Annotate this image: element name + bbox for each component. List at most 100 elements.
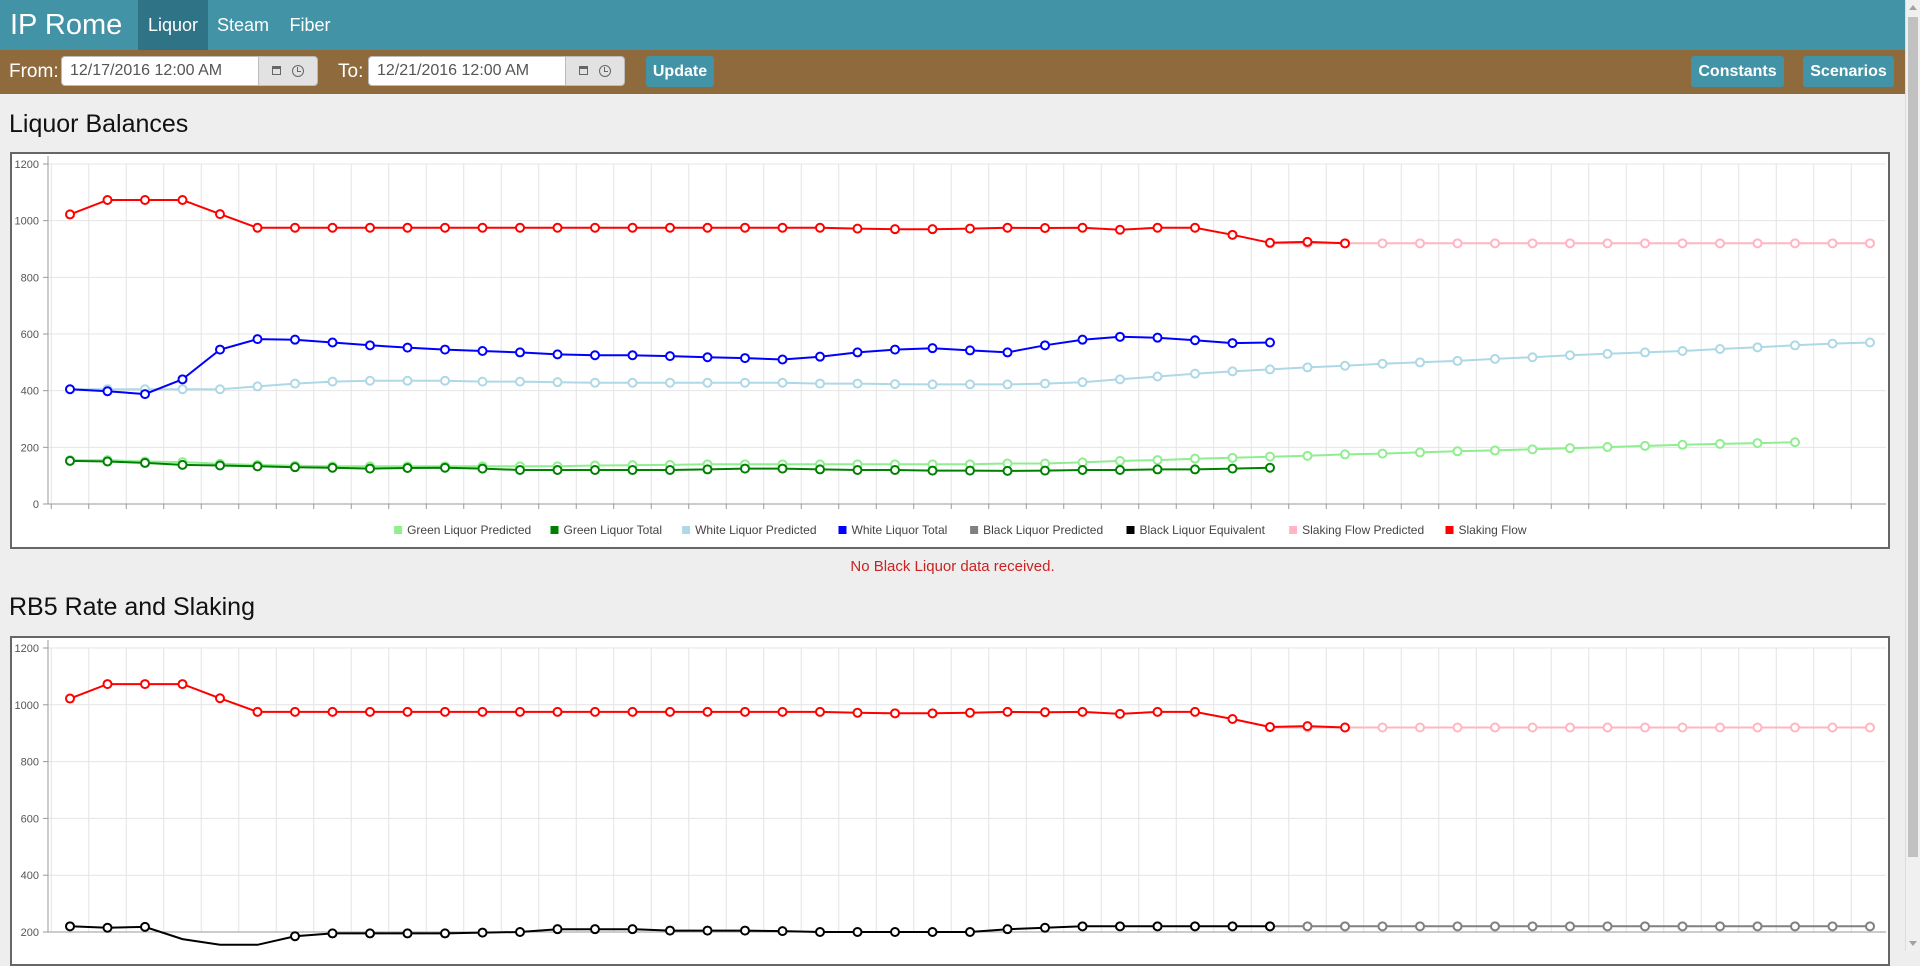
white-liquor-predicted-point [440,375,450,386]
white-liquor-total-point [365,340,375,351]
green-liquor-total-point [777,463,788,474]
y-tick-label: 400 [21,870,39,882]
slaking-flow-point [1077,222,1088,233]
slaking-flow-line [69,683,1346,729]
scenarios-button[interactable]: Scenarios [1803,56,1894,87]
green-liquor-predicted-point [1640,440,1650,451]
tab-fiber[interactable]: Fiber [278,0,342,50]
white-liquor-predicted-point [927,379,938,390]
green-liquor-total-point [1040,465,1050,476]
black-liquor-equivalent-point [552,924,563,935]
slaking-flow-predicted-point [1452,238,1463,249]
slaking-flow-point [1190,706,1200,717]
black-liquor-equivalent-point [665,925,675,936]
calendar-icon [579,66,588,75]
from-picker-button[interactable] [258,56,318,86]
black-liquor-predicted-point [1790,921,1800,932]
constants-button[interactable]: Constants [1691,56,1784,87]
white-liquor-total-point [552,349,563,360]
green-liquor-total-point [102,456,113,467]
black-liquor-equivalent-point [290,931,300,942]
green-liquor-predicted-point [1377,448,1388,459]
slaking-flow-point [290,706,300,717]
white-liquor-predicted-point [365,375,375,386]
slaking-flow-point [477,222,488,233]
black-liquor-predicted-point [1340,921,1350,932]
scroll-up-arrow-icon[interactable] [1909,5,1917,10]
to-date-input[interactable] [368,56,568,86]
tab-steam[interactable]: Steam [208,0,278,50]
black-liquor-equivalent-point [965,927,975,937]
white-liquor-total-point [440,344,450,355]
slaking-flow-point [440,222,450,233]
slaking-flow-point [65,693,75,704]
slaking-flow-point [852,707,863,718]
scroll-down-arrow-icon[interactable] [1909,941,1917,946]
page-scrollbar[interactable] [1905,0,1920,951]
legend-swatch [1126,526,1135,534]
chart-grid [43,647,1886,933]
update-button[interactable]: Update [646,56,714,87]
slaking-flow-point [1152,706,1163,717]
chart-grid [43,163,1886,509]
green-liquor-total-point [552,465,563,475]
green-liquor-total-point [1152,464,1163,475]
white-liquor-predicted-point [252,381,263,392]
green-liquor-total-point [252,461,263,472]
slaking-flow-point [102,679,113,690]
white-liquor-predicted-point [290,378,300,389]
green-liquor-total-point [140,457,150,468]
black-liquor-equivalent-point [702,925,713,936]
to-picker-button[interactable] [565,56,625,86]
white-liquor-predicted-point [590,377,600,388]
green-liquor-total-point [1077,465,1088,475]
slaking-flow-point [740,222,750,233]
white-liquor-predicted-point [1602,348,1613,359]
green-liquor-total-point [890,465,900,475]
slaking-flow-point [590,706,600,717]
legend-swatch [1289,526,1298,534]
black-liquor-predicted-point [1302,921,1313,932]
white-liquor-predicted-point [552,377,563,388]
slaking-flow-point [552,222,563,233]
tab-liquor[interactable]: Liquor [138,0,208,50]
slaking-flow-point [1040,707,1050,718]
white-liquor-predicted-point [477,376,488,387]
black-liquor-equivalent-point [1040,922,1050,933]
white-liquor-total-point [1265,337,1275,348]
from-label: From: [9,61,59,82]
green-liquor-total-point [1227,463,1238,474]
slaking-flow-point [1302,721,1313,732]
slaking-flow-predicted-point [1790,722,1800,733]
y-tick-label: 600 [21,813,39,825]
black-liquor-predicted-point [1415,921,1425,932]
slaking-flow-line [69,199,1346,245]
slaking-flow-point [702,222,713,233]
rb5-rate-title: RB5 Rate and Slaking [9,593,255,621]
black-liquor-equivalent-point [777,926,788,937]
slaking-flow-point [927,224,938,235]
black-liquor-equivalent-point [365,928,375,939]
slaking-flow-point [252,706,263,717]
y-tick-label: 200 [21,927,39,939]
y-tick-label: 0 [33,499,39,511]
y-tick-label: 600 [21,329,39,341]
slaking-flow-point [1040,223,1050,234]
slaking-flow-predicted-point [1715,238,1725,249]
white-liquor-predicted-point [1677,346,1688,356]
slaking-flow-point [177,194,188,205]
white-liquor-predicted-point [1790,340,1800,351]
white-liquor-predicted-point [777,377,788,388]
app-brand[interactable]: IP Rome [10,8,122,42]
green-liquor-predicted-point [1677,439,1688,450]
black-liquor-equivalent-point [440,928,450,939]
slaking-flow-point [215,209,225,220]
black-liquor-predicted-point [1865,921,1875,932]
legend-label: Green Liquor Predicted [407,523,531,537]
scroll-thumb[interactable] [1908,17,1918,857]
legend-swatch [838,526,847,534]
white-liquor-total-point [65,384,75,395]
from-date-input[interactable] [61,56,261,86]
slaking-flow-point [1002,706,1013,717]
slaking-flow-point [215,693,225,704]
